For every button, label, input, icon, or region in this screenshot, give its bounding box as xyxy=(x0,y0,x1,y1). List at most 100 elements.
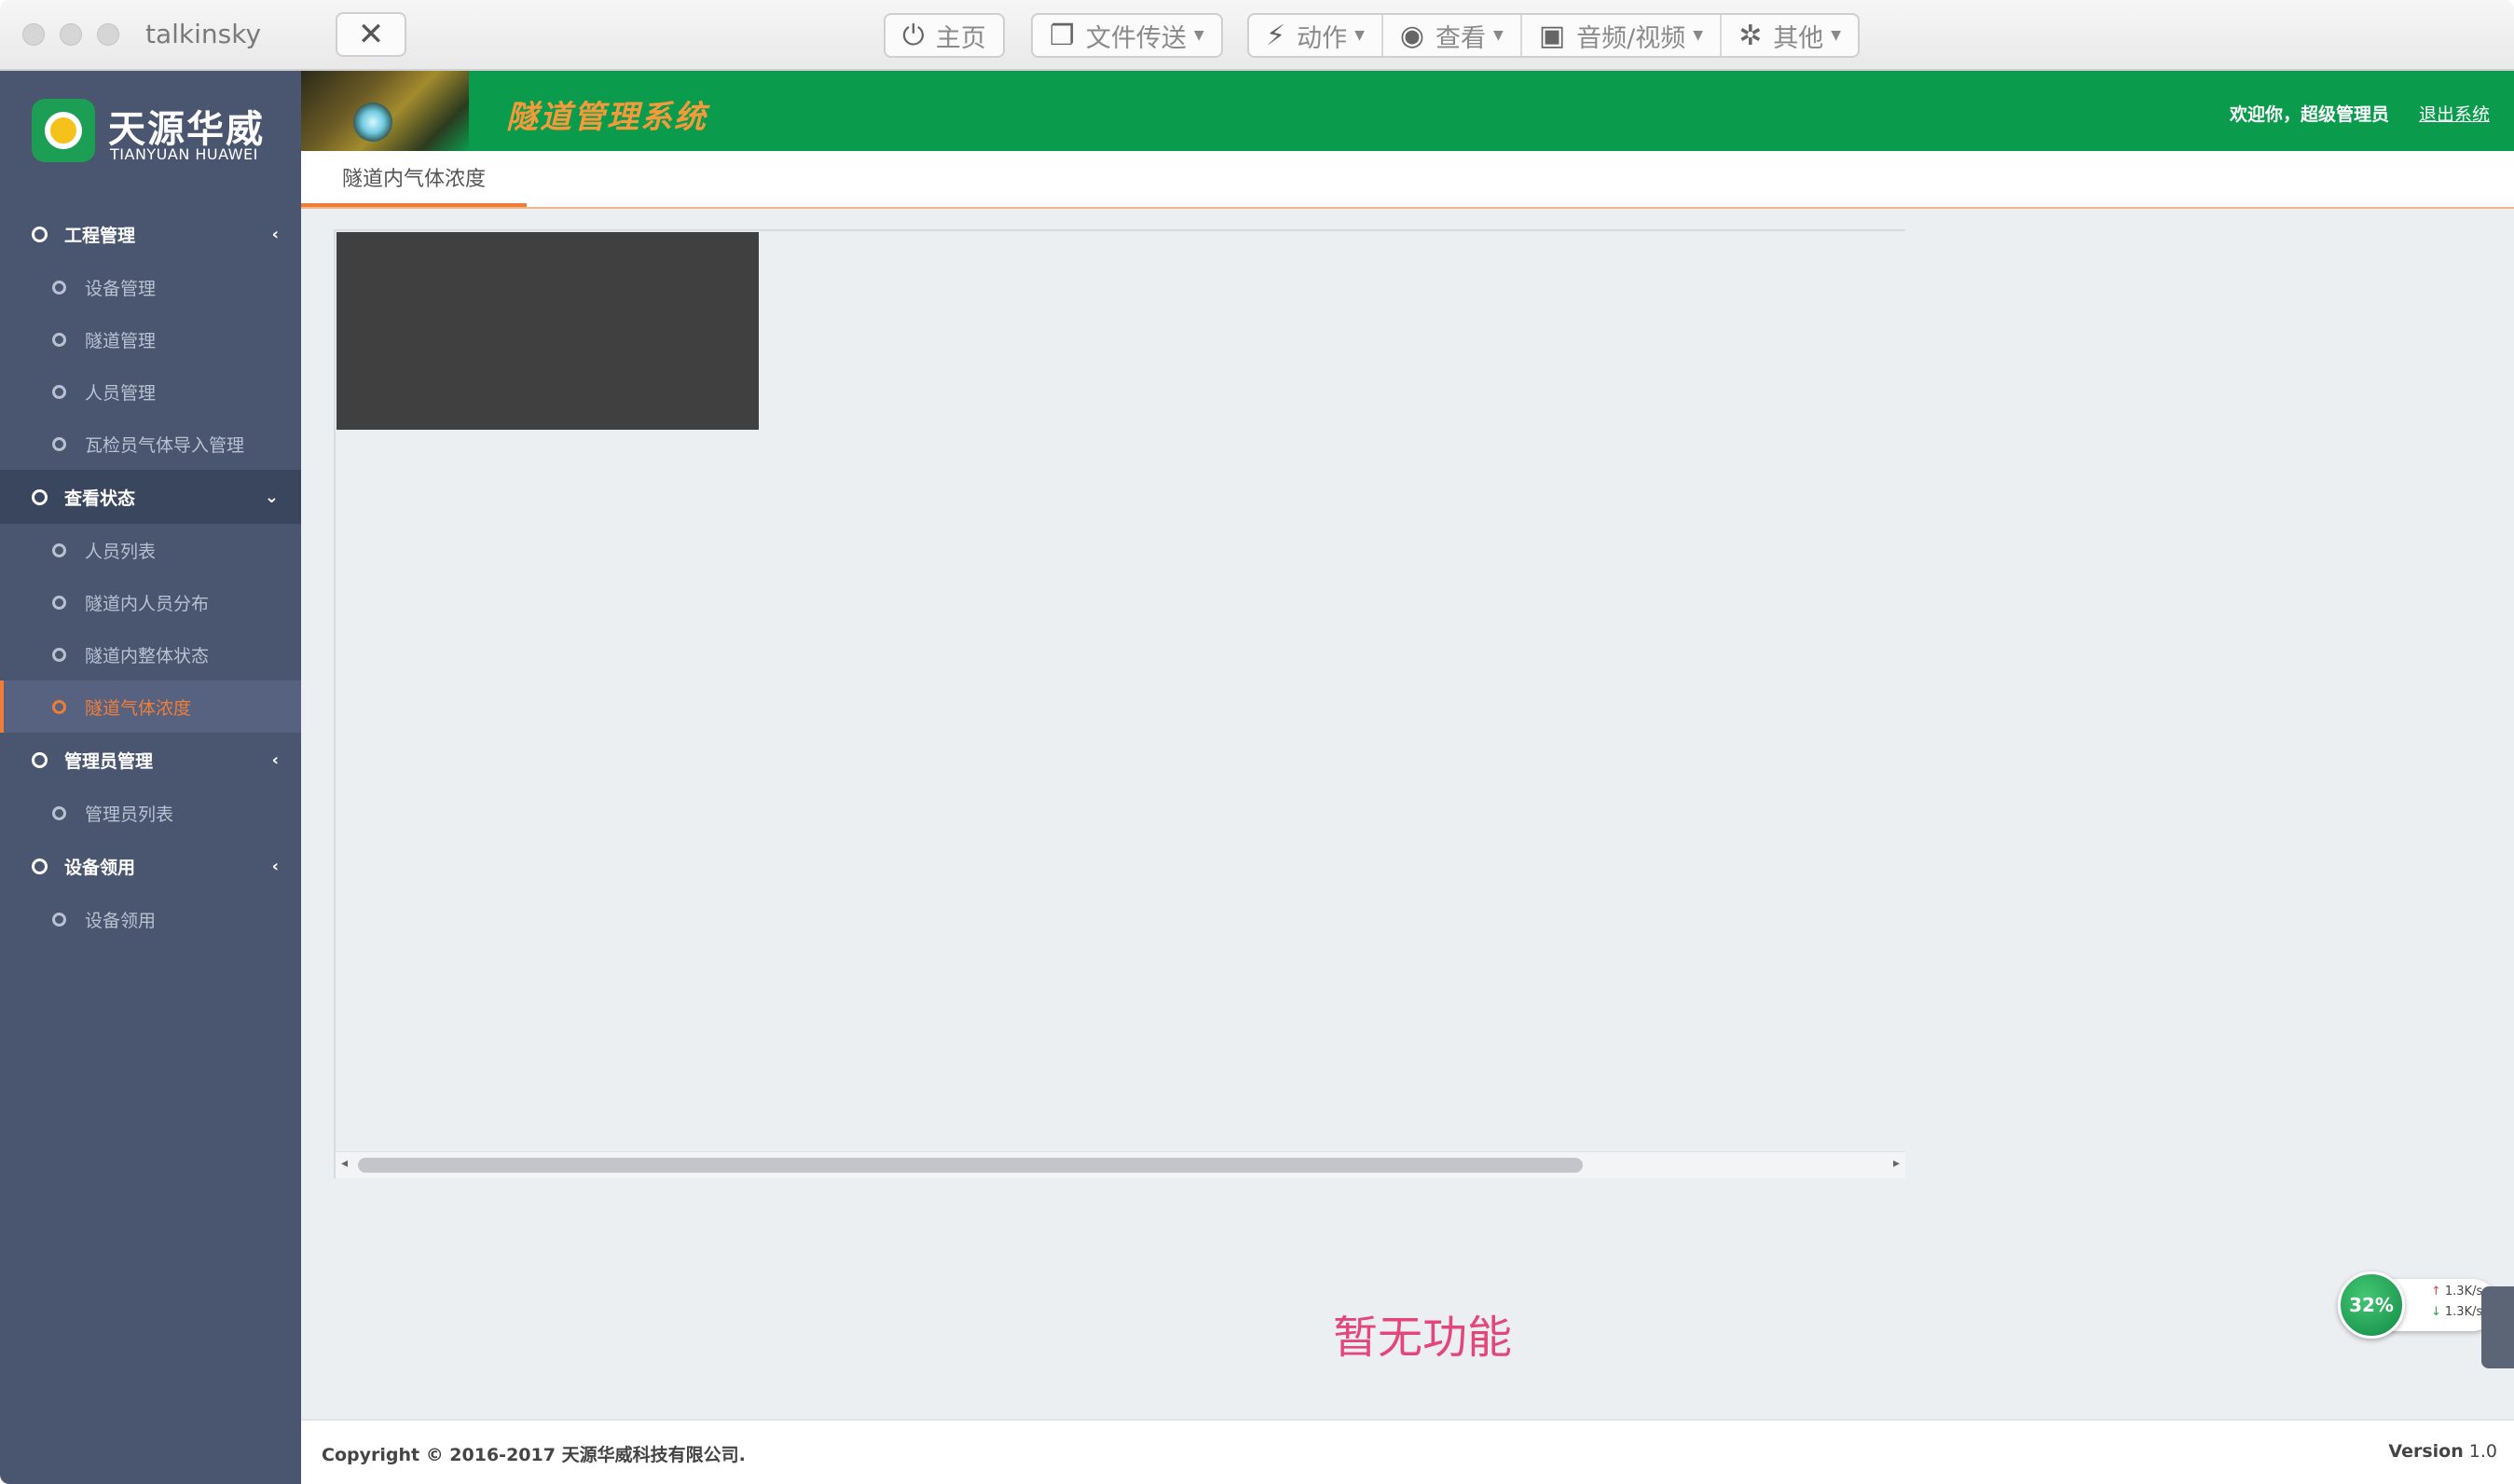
sidebar-item-label: 隧道管理 xyxy=(85,330,157,351)
circle-icon xyxy=(32,751,48,768)
welcome-text: 欢迎你，超级管理员 xyxy=(2229,104,2389,125)
sidebar-item-label: 隧道内整体状态 xyxy=(85,645,210,666)
close-window-dot[interactable] xyxy=(22,23,45,46)
circle-icon xyxy=(32,858,48,874)
sidebar-group-device-usage[interactable]: 设备领用 ‹ xyxy=(0,839,301,893)
circle-icon xyxy=(52,699,66,714)
sidebar-group-label: 查看状态 xyxy=(64,488,136,509)
no-function-message: 暂无功能 xyxy=(1333,1312,1513,1364)
scrollbar-thumb[interactable] xyxy=(358,1158,1583,1173)
puzzle-icon: ✲ xyxy=(1738,19,1763,52)
sidebar-item-label: 瓦检员气体导入管理 xyxy=(85,434,245,456)
sidebar-item-label: 设备领用 xyxy=(85,910,157,931)
sidebar-item-label: 管理员列表 xyxy=(85,804,174,825)
circle-icon xyxy=(52,436,66,451)
chevron-down-icon: ▼ xyxy=(1354,28,1365,43)
sidebar-item-overall-status[interactable]: 隧道内整体状态 xyxy=(0,628,301,680)
circle-icon xyxy=(32,488,48,505)
action-label: 动作 xyxy=(1297,23,1348,53)
logo-name-en: TIANYUAN HUAWEI xyxy=(110,145,258,163)
sidebar-item-admin-list[interactable]: 管理员列表 xyxy=(0,787,301,839)
floating-side-tab[interactable] xyxy=(2481,1286,2514,1368)
sidebar-group-project[interactable]: 工程管理 ‹ xyxy=(0,207,301,261)
horizontal-scrollbar[interactable]: ◂ ▸ xyxy=(336,1151,1905,1178)
sidebar-item-tunnel[interactable]: 隧道管理 xyxy=(0,313,301,365)
tunnel-light xyxy=(353,103,392,142)
memory-usage-badge[interactable]: 32% xyxy=(2338,1271,2405,1339)
sidebar-item-label: 隧道内人员分布 xyxy=(85,593,210,614)
circle-icon xyxy=(52,805,66,820)
view-button[interactable]: ◉ 查看 ▼ xyxy=(1383,15,1522,56)
minimize-window-dot[interactable] xyxy=(60,23,82,46)
chevron-left-icon: ‹ xyxy=(271,856,279,876)
sidebar-item-label: 人员管理 xyxy=(85,382,157,404)
audio-video-button[interactable]: ▣ 音频/视频 ▼ xyxy=(1522,15,1723,56)
upload-speed-value: 1.3K/s xyxy=(2444,1285,2483,1298)
chevron-left-icon: ‹ xyxy=(271,224,279,244)
chevron-left-icon: ‹ xyxy=(271,749,279,770)
version-number: 1.0 xyxy=(2468,1441,2497,1462)
circle-icon xyxy=(52,280,66,295)
company-logo: 天源华威 TIANYUAN HUAWEI xyxy=(32,99,293,173)
chevron-down-icon: ⌄ xyxy=(264,487,279,507)
sidebar-item-person-list[interactable]: 人员列表 xyxy=(0,524,301,576)
lightning-icon: ⚡ xyxy=(1266,19,1286,52)
chevron-down-icon: ▼ xyxy=(1693,28,1704,43)
sidebar-group-status[interactable]: 查看状态 ⌄ xyxy=(0,470,301,524)
home-button[interactable]: ⏻ 主页 xyxy=(886,15,1003,56)
sidebar-item-gas-concentration[interactable]: 隧道气体浓度 xyxy=(0,680,301,733)
audio-video-label: 音频/视频 xyxy=(1576,23,1686,53)
chat-icon: ▣ xyxy=(1538,19,1566,52)
download-speed: ↓ 1.3K/s xyxy=(2431,1305,2482,1319)
sidebar-item-person-distribution[interactable]: 隧道内人员分布 xyxy=(0,576,301,628)
upload-speed: ↑ 1.3K/s xyxy=(2431,1285,2482,1298)
circle-icon xyxy=(52,647,66,662)
sidebar: 天源华威 TIANYUAN HUAWEI 工程管理 ‹ 设备管理 隧道管理 人员… xyxy=(0,71,301,1484)
copyright-text: Copyright © 2016-2017 天源华威科技有限公司. xyxy=(322,1445,746,1465)
circle-icon xyxy=(52,543,66,557)
placeholder-panel xyxy=(337,232,759,430)
view-label: 查看 xyxy=(1436,23,1487,53)
sidebar-group-admin[interactable]: 管理员管理 ‹ xyxy=(0,733,301,787)
sidebar-group-label: 设备领用 xyxy=(64,857,136,878)
window-toolbar: talkinsky ✕ ⏻ 主页 ❐ 文件传送 ▼ ⚡ 动作 ▼ ◉ 查看 ▼ … xyxy=(0,0,2514,71)
sidebar-group-label: 管理员管理 xyxy=(64,750,154,772)
chevron-down-icon: ▼ xyxy=(1193,28,1204,43)
footer: Copyright © 2016-2017 天源华威科技有限公司. Versio… xyxy=(301,1419,2514,1484)
sidebar-item-label: 人员列表 xyxy=(85,541,157,562)
home-label: 主页 xyxy=(935,23,986,53)
header-banner: 隧道管理系统 欢迎你，超级管理员 退出系统 xyxy=(301,71,2514,151)
tab-gas-concentration[interactable]: 隧道内气体浓度 xyxy=(301,151,527,207)
home-button-group: ⏻ 主页 xyxy=(884,13,1005,58)
download-speed-value: 1.3K/s xyxy=(2444,1305,2483,1319)
content-frame: ◂ ▸ xyxy=(334,229,1905,1178)
zoom-window-dot[interactable] xyxy=(97,23,119,46)
close-icon: ✕ xyxy=(357,16,385,53)
sidebar-item-device-usage[interactable]: 设备领用 xyxy=(0,893,301,945)
window-title: talkinsky xyxy=(145,19,262,49)
circle-icon xyxy=(52,384,66,399)
scroll-right-icon[interactable]: ▸ xyxy=(1893,1156,1900,1171)
file-transfer-button[interactable]: ❐ 文件传送 ▼ xyxy=(1033,15,1221,56)
action-button[interactable]: ⚡ 动作 ▼ xyxy=(1249,15,1383,56)
eye-icon: ◉ xyxy=(1399,19,1425,52)
file-transfer-group: ❐ 文件传送 ▼ xyxy=(1031,13,1223,58)
sidebar-item-device[interactable]: 设备管理 xyxy=(0,261,301,313)
other-button[interactable]: ✲ 其他 ▼ xyxy=(1722,15,1858,56)
scroll-left-icon[interactable]: ◂ xyxy=(341,1156,348,1171)
power-icon: ⏻ xyxy=(902,19,925,52)
circle-icon xyxy=(52,912,66,927)
circle-icon xyxy=(52,595,66,610)
sidebar-nav: 工程管理 ‹ 设备管理 隧道管理 人员管理 瓦检员气体导入管理 查看状态 ⌄ 人… xyxy=(0,207,301,945)
other-label: 其他 xyxy=(1773,23,1824,53)
sidebar-item-personnel[interactable]: 人员管理 xyxy=(0,365,301,418)
sidebar-item-gas-import[interactable]: 瓦检员气体导入管理 xyxy=(0,418,301,470)
arrow-down-icon: ↓ xyxy=(2431,1305,2441,1319)
copy-icon: ❐ xyxy=(1050,19,1075,52)
app-window: talkinsky ✕ ⏻ 主页 ❐ 文件传送 ▼ ⚡ 动作 ▼ ◉ 查看 ▼ … xyxy=(0,0,2514,1484)
sidebar-item-label: 隧道气体浓度 xyxy=(85,697,192,719)
actions-group: ⚡ 动作 ▼ ◉ 查看 ▼ ▣ 音频/视频 ▼ ✲ 其他 ▼ xyxy=(1247,13,1860,58)
close-session-button[interactable]: ✕ xyxy=(336,12,406,57)
logout-link[interactable]: 退出系统 xyxy=(2419,101,2490,126)
chevron-down-icon: ▼ xyxy=(1831,28,1841,43)
